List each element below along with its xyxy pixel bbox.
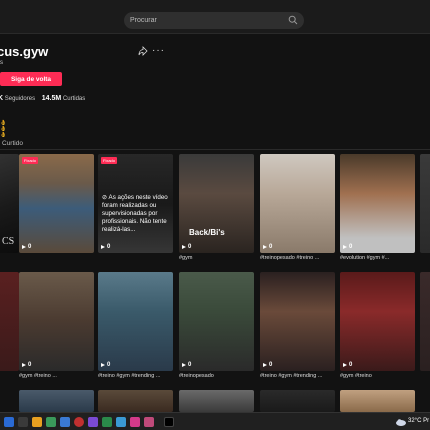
app-icon[interactable] [88,417,98,427]
video-card[interactable] [340,390,415,412]
card-overlay-text: Back/Bi's [189,228,225,237]
instagram-icon[interactable] [130,417,140,427]
video-caption[interactable]: #treinopesado [179,373,254,379]
video-card[interactable] [260,390,335,412]
view-count: 0 [22,244,31,250]
telegram-icon[interactable] [116,417,126,427]
search-input[interactable] [130,12,280,29]
view-count: 0 [263,362,272,368]
video-caption[interactable]: #treino #gym #trending ... [260,373,335,379]
video-card[interactable]: 0 [19,272,94,371]
card-side-text: CS [2,236,15,247]
username: cus.gyw [0,44,49,59]
follow-back-button[interactable]: Siga de volta [0,72,62,86]
files-icon[interactable] [32,417,42,427]
nickname: s [0,60,3,66]
play-icon [343,245,347,249]
pinned-badge: Fixado [101,157,118,164]
play-icon [263,245,267,249]
view-count: 0 [263,244,272,250]
video-card[interactable]: 0 [340,154,415,253]
search-box[interactable] [124,12,304,29]
play-icon [22,363,26,367]
whatsapp-icon[interactable] [102,417,112,427]
edge-icon[interactable] [60,417,70,427]
view-count: 0 [343,244,352,250]
video-card[interactable]: 0 [260,154,335,253]
view-count: 0 [182,362,191,368]
share-icon[interactable] [138,46,148,56]
view-count: 0 [343,362,352,368]
profile-stats: K Seguidores 14.5M Curtidas [0,95,85,102]
video-card[interactable] [179,390,254,412]
video-caption[interactable]: #gym [179,255,254,261]
pinned-badge: Fixado [22,157,39,164]
followers-value: K [0,95,4,102]
video-caption[interactable]: #treinopesado #treino ... [260,255,335,261]
play-icon [182,245,186,249]
likes-value: 14.5M [41,95,62,102]
video-card[interactable] [420,272,430,371]
play-icon [101,363,105,367]
play-icon [182,363,186,367]
video-card[interactable]: 0 [260,272,335,371]
video-card[interactable]: Fixado ⊘ As ações neste vídeo foram real… [98,154,173,253]
app-icon[interactable] [144,417,154,427]
view-count: 0 [22,362,31,368]
view-count: 0 [101,362,110,368]
tab-divider [0,149,430,150]
video-card[interactable] [0,272,19,371]
video-card[interactable]: 0 [340,272,415,371]
play-icon [343,363,347,367]
taskbar: 32°C Pr [0,412,430,430]
video-card[interactable] [19,390,94,412]
video-caption[interactable]: #evolution #gym #... [340,255,415,261]
video-card[interactable]: CS [0,154,19,253]
search-icon[interactable] [288,15,298,25]
view-count: 0 [101,244,110,250]
play-icon [22,245,26,249]
video-card[interactable]: 0 [98,272,173,371]
start-icon[interactable] [4,417,14,427]
opera-icon[interactable] [74,417,84,427]
content-warning: ⊘ As ações neste vídeo foram realizadas … [102,194,168,233]
app-icon[interactable] [46,417,56,427]
weather-status: 32°C Pr [408,418,430,424]
video-card[interactable]: Back/Bi's 0 [179,154,254,253]
play-icon [263,363,267,367]
video-caption[interactable]: #treino #gym #trending ... [98,373,173,379]
video-caption[interactable]: #gym #treino ... [19,373,94,379]
video-card[interactable] [420,154,430,253]
video-caption[interactable]: #gym #treino [340,373,415,379]
tiktok-icon[interactable] [164,417,174,427]
search-taskbar-icon[interactable] [18,417,28,427]
weather-cloud-icon [396,419,406,426]
followers-label: Seguidores [4,96,36,102]
top-bar [0,0,430,34]
video-card[interactable]: Fixado 0 [19,154,94,253]
video-card[interactable]: 0 [179,272,254,371]
play-icon [101,245,105,249]
view-count: 0 [182,244,191,250]
video-card[interactable] [98,390,173,412]
tab-liked[interactable]: Curtido [2,140,23,147]
bio: 👌👌👌 [0,120,7,138]
likes-label: Curtidas [62,96,86,102]
more-options-icon[interactable]: ··· [152,46,165,56]
